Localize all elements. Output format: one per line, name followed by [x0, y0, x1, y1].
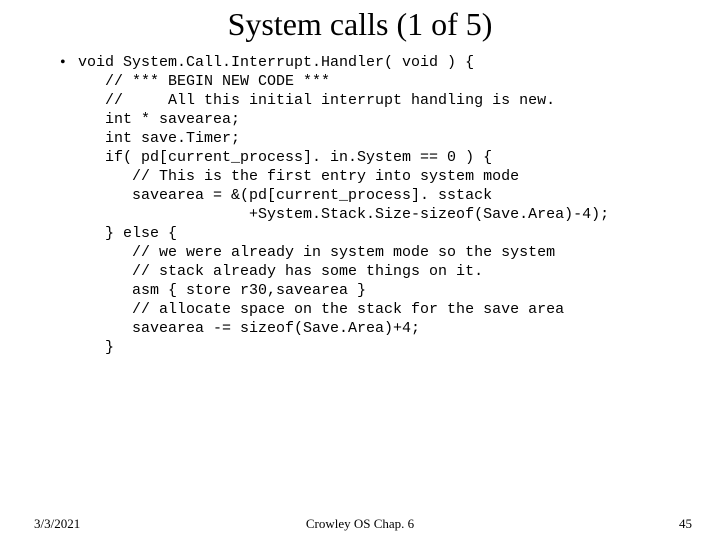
bullet-item: • void System.Call.Interrupt.Handler( vo… — [60, 53, 680, 357]
slide-title: System calls (1 of 5) — [0, 6, 720, 43]
slide-body: • void System.Call.Interrupt.Handler( vo… — [0, 53, 720, 357]
footer-page-number: 45 — [679, 516, 692, 532]
slide: System calls (1 of 5) • void System.Call… — [0, 6, 720, 540]
code-block: void System.Call.Interrupt.Handler( void… — [78, 53, 609, 357]
footer-date: 3/3/2021 — [34, 516, 80, 532]
footer: 3/3/2021 Crowley OS Chap. 6 45 — [0, 516, 720, 532]
footer-center: Crowley OS Chap. 6 — [0, 516, 720, 532]
bullet-marker: • — [60, 53, 78, 73]
